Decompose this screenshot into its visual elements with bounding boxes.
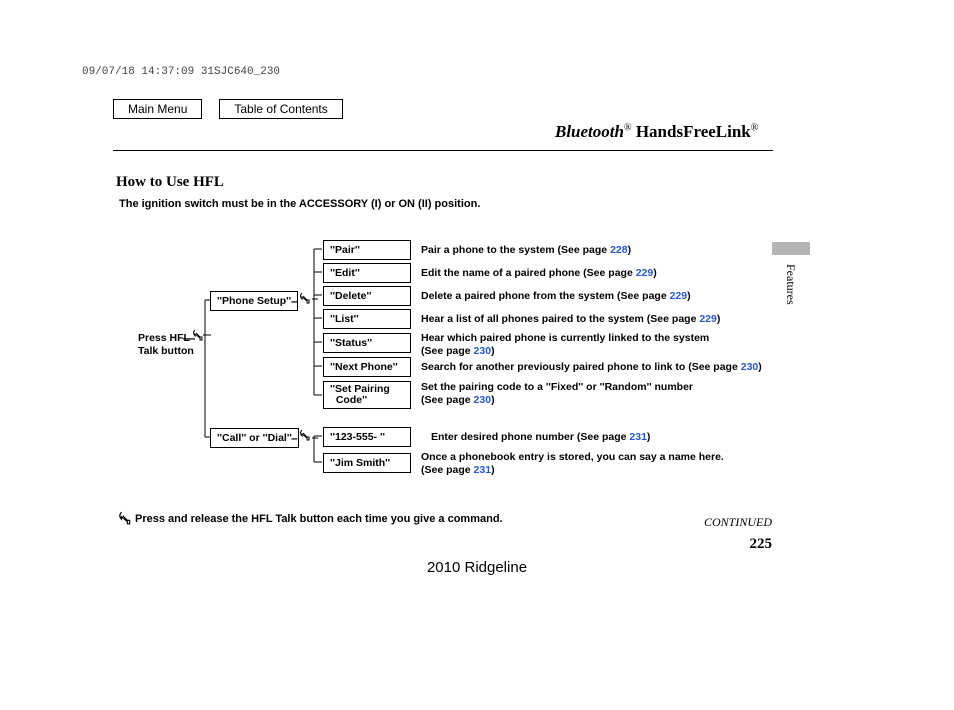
cmd-delete: ''Delete'' bbox=[323, 286, 411, 306]
cmd-jim-smith: ''Jim Smith'' bbox=[323, 453, 411, 473]
desc-list: Hear a list of all phones paired to the … bbox=[421, 313, 720, 326]
cmd-phone-setup: ''Phone Setup'' bbox=[210, 291, 298, 311]
page-link[interactable]: 229 bbox=[699, 313, 717, 325]
main-menu-button[interactable]: Main Menu bbox=[113, 99, 202, 119]
footnote: Press and release the HFL Talk button ea… bbox=[135, 513, 503, 525]
page-link[interactable]: 228 bbox=[610, 244, 628, 256]
page-link[interactable]: 231 bbox=[629, 431, 647, 443]
side-tab-label: Features bbox=[783, 264, 798, 305]
vehicle-label: 2010 Ridgeline bbox=[0, 559, 954, 576]
page-number: 225 bbox=[750, 536, 773, 553]
reg-mark-2: ® bbox=[751, 122, 759, 133]
divider bbox=[113, 150, 773, 151]
desc-dial-number: Enter desired phone number (See page 231… bbox=[431, 431, 650, 444]
side-tab-marker bbox=[772, 242, 810, 255]
page-link[interactable]: 230 bbox=[741, 361, 759, 373]
connector-dash: – bbox=[291, 294, 298, 308]
talk-icon bbox=[299, 429, 311, 441]
desc-edit: Edit the name of a paired phone (See pag… bbox=[421, 267, 657, 280]
page-link[interactable]: 230 bbox=[474, 345, 492, 357]
reg-mark: ® bbox=[624, 122, 632, 133]
page-link[interactable]: 229 bbox=[670, 290, 688, 302]
cmd-list: ''List'' bbox=[323, 309, 411, 329]
ignition-note: The ignition switch must be in the ACCES… bbox=[119, 198, 480, 210]
cmd-next-phone: ''Next Phone'' bbox=[323, 357, 411, 377]
title-hfl: HandsFreeLink bbox=[632, 122, 751, 141]
page-link[interactable]: 230 bbox=[474, 394, 492, 406]
section-title: How to Use HFL bbox=[116, 174, 224, 191]
desc-status: Hear which paired phone is currently lin… bbox=[421, 332, 709, 357]
page-link[interactable]: 231 bbox=[474, 464, 492, 476]
continued-label: CONTINUED bbox=[704, 515, 772, 530]
cmd-set-pairing-code: ''Set Pairing Code'' bbox=[323, 381, 411, 409]
cmd-call-dial: ''Call'' or ''Dial'' bbox=[210, 428, 299, 448]
desc-pair: Pair a phone to the system (See page 228… bbox=[421, 244, 631, 257]
connector-dash: – bbox=[291, 431, 298, 445]
cmd-edit: ''Edit'' bbox=[323, 263, 411, 283]
page-link[interactable]: 229 bbox=[636, 267, 654, 279]
desc-set-pairing-code: Set the pairing code to a ''Fixed'' or '… bbox=[421, 381, 693, 406]
cmd-pair: ''Pair'' bbox=[323, 240, 411, 260]
toc-button[interactable]: Table of Contents bbox=[219, 99, 342, 119]
hfl-diagram: Press HFLTalk button — ''Phone Setup'' –… bbox=[120, 236, 780, 486]
desc-delete: Delete a paired phone from the system (S… bbox=[421, 290, 691, 303]
cmd-dial-number: ''123-555- '' bbox=[323, 427, 411, 447]
nav-buttons: Main Menu Table of Contents bbox=[113, 99, 343, 119]
desc-next-phone: Search for another previously paired pho… bbox=[421, 361, 762, 374]
timestamp: 09/07/18 14:37:09 31SJC640_230 bbox=[82, 66, 280, 78]
page-title: Bluetooth® HandsFreeLink® bbox=[555, 122, 758, 142]
talk-icon bbox=[118, 511, 130, 523]
talk-icon bbox=[299, 292, 311, 304]
desc-jim-smith: Once a phonebook entry is stored, you ca… bbox=[421, 451, 724, 476]
title-bluetooth: Bluetooth bbox=[555, 122, 624, 141]
cmd-status: ''Status'' bbox=[323, 333, 411, 353]
